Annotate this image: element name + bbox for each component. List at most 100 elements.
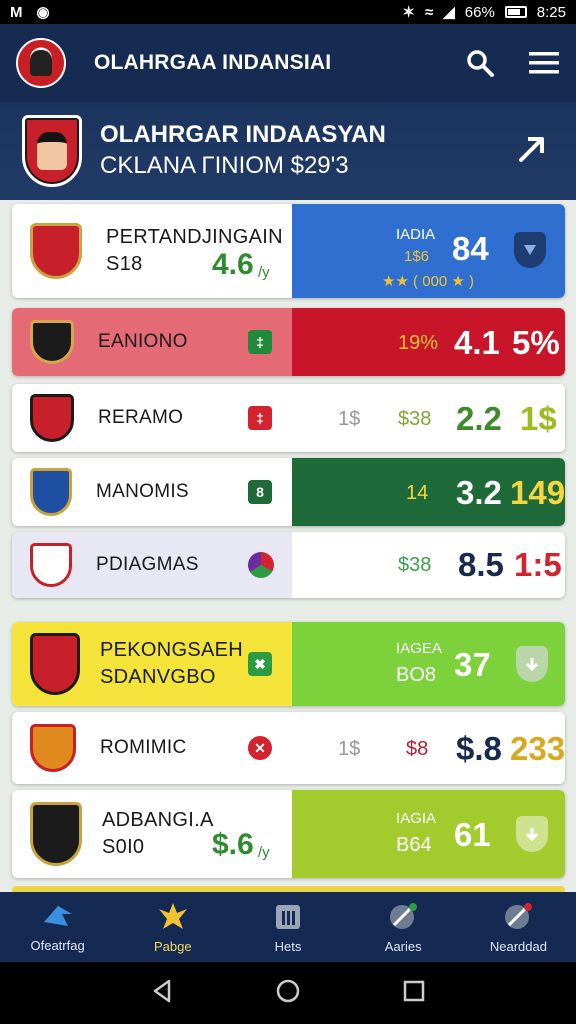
nav-item[interactable]: Nearddad	[461, 892, 576, 962]
rating-unit: /y	[258, 844, 270, 861]
nav-label: Pabge	[154, 938, 192, 954]
battery-percent: 66%	[464, 3, 495, 21]
ball-icon	[248, 552, 274, 578]
stat-label: IAGIA	[396, 810, 437, 827]
team-crest	[30, 320, 74, 364]
list-item[interactable]: PERTANDJINGAIN S18 4.6 /y IADIA 1$6 84 ★…	[12, 204, 565, 298]
status-badge: ✖	[248, 652, 272, 676]
list-item[interactable]: ROMIMIC ✕ 1$ $8 $.8 233	[12, 712, 565, 784]
extra-stat: 149	[510, 474, 565, 511]
percent: 19%	[398, 332, 439, 354]
team-crest	[30, 543, 72, 587]
team-crest	[30, 394, 74, 442]
ball-icon	[390, 902, 418, 929]
bottom-nav: Ofeatrfag Pabge Hets Aaries Nearddad	[0, 892, 576, 962]
stat-col1: 1$	[338, 408, 361, 430]
score: 61	[454, 816, 491, 853]
bluetooth-icon: ✶	[402, 4, 415, 21]
building-icon	[276, 904, 300, 929]
score: 3.2	[456, 474, 502, 511]
team-crest	[30, 468, 72, 516]
team-sub: S18	[106, 253, 143, 275]
arrow-icon	[43, 905, 72, 926]
app-bar: OLAHRGAA INDANSIAI	[0, 24, 576, 102]
team-name: RERAMO	[98, 407, 184, 428]
nav-item[interactable]: Hets	[230, 892, 345, 962]
status-badge: ‡	[248, 406, 272, 430]
team-name: PEKONGSAEH	[100, 639, 244, 661]
score: 37	[454, 646, 491, 683]
nav-item[interactable]: Aaries	[346, 892, 461, 962]
battery-icon	[504, 6, 527, 18]
nav-label: Ofeatrfag	[30, 937, 85, 953]
team-crest	[30, 633, 80, 695]
rating-unit: /y	[258, 264, 270, 281]
eagle-icon	[158, 902, 187, 929]
stat-label: IADIA	[396, 226, 436, 243]
team-crest	[30, 223, 82, 279]
app-title: OLAHRGAA INDANSIAI	[94, 51, 332, 74]
status-badge: ‡	[248, 330, 272, 354]
menu-icon[interactable]	[528, 47, 560, 79]
back-icon[interactable]	[151, 979, 173, 1008]
status-bar: M ◉ ✶ ≈ ◢ 66% 8:25	[0, 0, 576, 24]
stat-col2: $8	[406, 738, 429, 760]
list-item[interactable]: ADBANGI.A S0I0 $.6 /y IAGIA B64 61	[12, 790, 565, 878]
team-name: EANIONO	[98, 331, 188, 352]
list-item[interactable]: PDIAGMAS $38 8.5 1:5	[12, 532, 565, 598]
extra-stat: 5%	[512, 324, 560, 361]
chevron-down-icon[interactable]	[516, 816, 548, 852]
stat-col1: 1$	[338, 738, 361, 760]
team-name: PERTANDJINGAIN	[106, 226, 283, 248]
hero-banner[interactable]: OLAHRGAR INDAASYAN CKLANA ΓINIOM $29'3	[0, 102, 576, 200]
team-crest	[30, 724, 76, 772]
chevron-down-icon[interactable]	[514, 232, 546, 268]
list-item[interactable]: MANOMIS 8 14 3.2 149	[12, 458, 565, 526]
team-sub: S0I0	[102, 836, 145, 858]
stat-label: IAGEA	[396, 640, 442, 657]
hero-title: OLAHRGAR INDAASYAN	[100, 121, 386, 148]
rating-value: $.6	[212, 828, 254, 861]
stat-value: B64	[396, 834, 432, 856]
chevron-down-icon[interactable]	[516, 646, 548, 682]
list-item[interactable]: PEKONGSAEH SDANVGBO ✖ IAGEA BO8 37	[12, 622, 565, 706]
team-name: ROMIMIC	[100, 737, 187, 758]
stat-value: BO8	[396, 664, 437, 686]
score: 4.1	[454, 324, 500, 361]
recents-icon[interactable]	[403, 980, 425, 1007]
extra-stat: 233	[510, 730, 565, 767]
stat-value: 1$6	[404, 248, 430, 265]
nav-label: Aaries	[384, 938, 422, 954]
rating-stars: ★★ ( 000 ★ )	[382, 273, 475, 290]
score: 84	[452, 230, 489, 267]
mail-icon: M	[10, 3, 23, 21]
badge-icon	[505, 902, 533, 929]
score: 2.2	[456, 400, 502, 437]
team-name: PDIAGMAS	[96, 554, 199, 575]
team-name: MANOMIS	[96, 481, 189, 502]
clock: 8:25	[536, 3, 566, 21]
nav-label: Nearddad	[489, 938, 547, 954]
list-item[interactable]: EANIONO ‡ 19% 4.1 5%	[12, 308, 565, 376]
nav-label: Hets	[274, 938, 302, 954]
system-nav-bar	[0, 962, 576, 1024]
team-crest	[30, 802, 82, 866]
stat-col2: 14	[406, 482, 429, 504]
home-icon[interactable]	[275, 978, 301, 1009]
nav-item[interactable]: Ofeatrfag	[0, 892, 115, 962]
search-icon[interactable]	[464, 47, 496, 79]
app-icon: ◉	[36, 4, 50, 21]
extra-stat: 1:5	[514, 546, 562, 583]
score: 8.5	[458, 546, 504, 583]
wifi-icon: ≈	[424, 3, 434, 21]
team-sub: SDANVGBO	[100, 666, 216, 688]
team-crest	[22, 115, 82, 187]
list-item[interactable]: RERAMO ‡ 1$ $38 2.2 1$	[12, 384, 565, 452]
share-arrow-icon[interactable]	[516, 133, 548, 170]
status-badge: ✕	[248, 736, 272, 760]
stat-col2: $38	[398, 408, 432, 430]
score: $.8	[456, 730, 502, 767]
stat-col2: $38	[398, 554, 432, 576]
signal-icon: ◢	[443, 4, 455, 21]
nav-item[interactable]: Pabge	[115, 892, 230, 962]
